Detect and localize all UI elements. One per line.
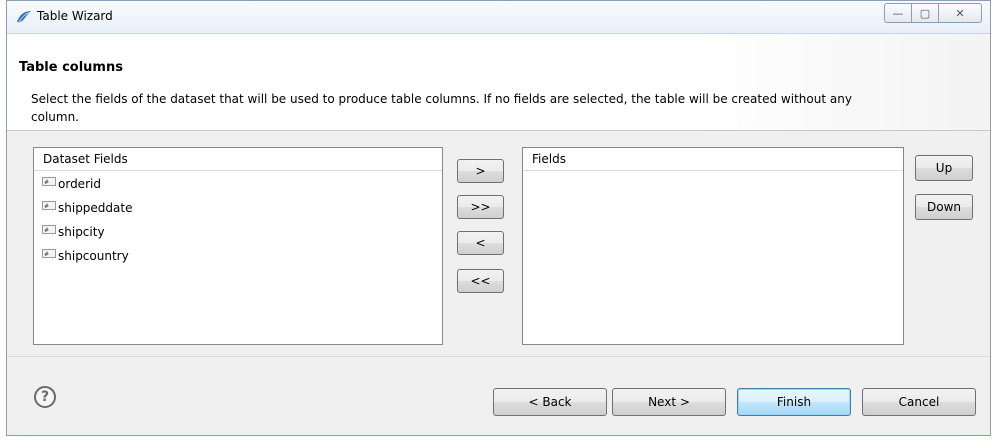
field-icon: # [42,248,56,258]
next-button[interactable]: Next > [612,388,726,416]
selected-fields-header: Fields [523,148,903,171]
maximize-button[interactable]: ▢ [911,3,939,23]
move-up-button[interactable]: Up [915,155,973,181]
close-icon: ✕ [955,6,965,20]
list-item-label: orderid [58,177,101,191]
wizard-header: Table columns Select the fields of the d… [7,34,990,131]
list-item-label: shipcountry [58,249,129,263]
window-controls: — ▢ ✕ [884,3,982,23]
remove-field-button[interactable]: < [457,231,504,255]
cancel-button[interactable]: Cancel [862,388,976,416]
page-title: Table columns [19,60,123,75]
window-title: Table Wizard [37,9,113,23]
list-item-label: shipcity [58,225,105,239]
add-all-fields-button[interactable]: >> [457,195,504,219]
app-logo-icon [17,11,31,23]
list-item[interactable]: # shipcountry [34,244,442,268]
dataset-fields-header: Dataset Fields [34,148,442,171]
minimize-button[interactable]: — [884,3,912,23]
minimize-icon: — [892,6,904,20]
back-button[interactable]: < Back [493,388,607,416]
field-icon: # [42,200,56,210]
title-bar[interactable]: Table Wizard — ▢ ✕ [7,1,990,34]
field-icon: # [42,224,56,234]
help-icon[interactable]: ? [34,386,56,408]
list-item-label: shippeddate [58,201,133,215]
selected-fields-list[interactable]: Fields [522,147,904,345]
list-item[interactable]: # orderid [34,172,442,196]
remove-all-fields-button[interactable]: << [457,269,504,293]
list-item[interactable]: # shippeddate [34,196,442,220]
page-description: Select the fields of the dataset that wi… [31,92,852,124]
table-wizard-window: Table Wizard — ▢ ✕ Table columns Select … [6,0,991,436]
field-icon: # [42,176,56,186]
move-down-button[interactable]: Down [915,194,973,220]
maximize-icon: ▢ [919,6,931,20]
footer-divider [7,356,990,357]
close-button[interactable]: ✕ [938,3,982,23]
dataset-fields-list[interactable]: Dataset Fields # orderid # shippeddate #… [33,147,443,345]
add-field-button[interactable]: > [457,159,504,183]
list-item[interactable]: # shipcity [34,220,442,244]
finish-button[interactable]: Finish [737,388,851,416]
